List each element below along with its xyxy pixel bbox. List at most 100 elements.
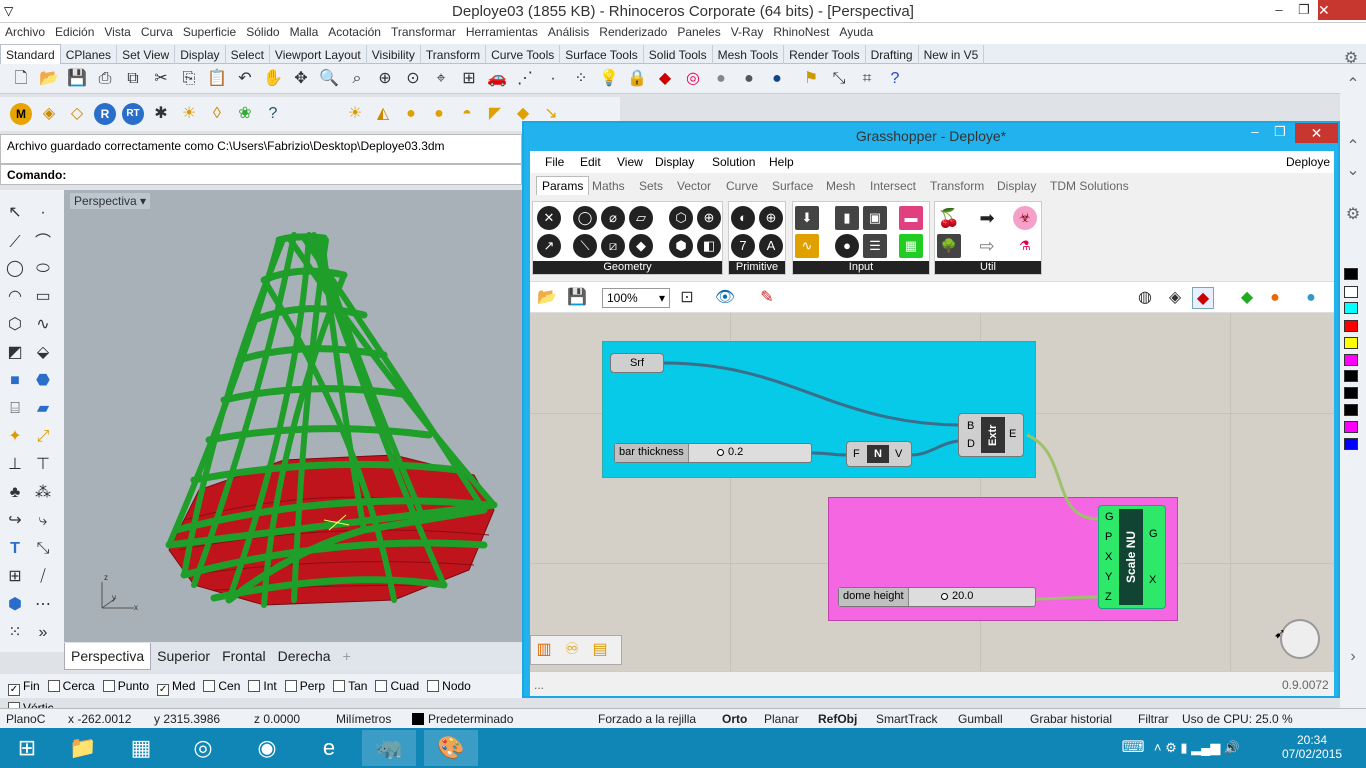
osnap-option[interactable]: Cuad (375, 679, 419, 693)
panel-label-geometry[interactable]: Geometry (533, 261, 722, 274)
toolbar-tab[interactable]: Render Tools (784, 45, 866, 64)
group-param-icon[interactable]: ◧ (697, 234, 721, 258)
toolbar-tab[interactable]: Transform (421, 45, 487, 64)
menu-item[interactable]: Paneles (672, 23, 725, 41)
text-param-icon[interactable]: A (759, 234, 783, 258)
material-editor-icon[interactable]: ◈ (38, 103, 60, 125)
menu-item[interactable]: Superficie (178, 23, 241, 41)
cut-icon[interactable]: ✂ (150, 68, 172, 90)
zoom-selected-icon[interactable]: ⊙ (402, 68, 424, 90)
osnap-checkbox[interactable] (102, 680, 115, 692)
osnap-option[interactable]: Punto (102, 679, 149, 693)
osnap-option[interactable]: Cen (203, 679, 240, 693)
status-ortho[interactable]: Orto (722, 712, 747, 726)
menu-item[interactable]: Vista (99, 23, 135, 41)
options-icon[interactable]: ⌗ (856, 68, 878, 90)
osnap-checkbox[interactable] (284, 680, 297, 692)
new-file-icon[interactable]: 🗋 (10, 68, 32, 90)
sun-icon[interactable]: ☀ (178, 103, 200, 125)
toolbar-tab[interactable]: Visibility (367, 45, 421, 64)
solid-box-icon[interactable]: ⬢ (4, 594, 26, 616)
selected-only-icon[interactable]: ◆ (1236, 287, 1258, 309)
extrude-component[interactable]: B D Extr E (958, 413, 1024, 457)
menu-item[interactable]: Sólido (241, 23, 284, 41)
slider-bar-thickness[interactable]: bar thickness 0.2 (614, 443, 812, 463)
osnap-option[interactable]: Nodo (427, 679, 471, 693)
block-icon[interactable]: ⊞ (4, 566, 26, 588)
analyze-icon[interactable]: ♣ (4, 482, 26, 504)
colour-swatch-icon[interactable]: ▦ (899, 234, 923, 258)
mesh-param-icon[interactable]: ⊕ (697, 206, 721, 230)
osnap-option[interactable]: Cerca (47, 679, 95, 693)
blue-sphere-icon[interactable]: ● (766, 68, 788, 90)
expand-icon[interactable]: ⌄ (1342, 160, 1364, 182)
gradient-icon[interactable]: ▬ (899, 206, 923, 230)
rectangle-icon[interactable]: ▭ (32, 286, 54, 308)
color-swatch-magenta[interactable] (1344, 354, 1358, 366)
points-on-icon[interactable]: ⁂ (32, 482, 54, 504)
chrome-icon[interactable]: ◉ (240, 730, 294, 766)
toolbar-tab[interactable]: Standard (0, 44, 61, 64)
boolean-param-icon[interactable]: ◐ (731, 206, 755, 230)
car-icon[interactable]: 🚗 (486, 68, 508, 90)
material-icon[interactable]: ◆ (654, 68, 676, 90)
status-plane[interactable]: PlanoC (6, 712, 45, 726)
panel-label-primitive[interactable]: Primitive (729, 261, 785, 274)
scroll-up-icon[interactable]: ⌃ (1342, 74, 1364, 96)
menu-item[interactable]: Acotación (323, 23, 386, 41)
gh-close-button[interactable]: ✕ (1295, 123, 1338, 143)
print-icon[interactable]: ⎙ (94, 68, 116, 90)
zoom-select[interactable]: 100% ▾ (602, 288, 670, 308)
rhino-taskbar-icon[interactable]: 🦏 (362, 730, 416, 766)
ellipse-icon[interactable]: ⬭ (32, 258, 54, 280)
point-param-icon[interactable]: ◆ (629, 234, 653, 258)
circle-param-icon[interactable]: ◯ (573, 206, 597, 230)
osnap-checkbox[interactable] (427, 680, 440, 692)
viewport-tab[interactable]: Perspectiva (64, 643, 152, 670)
color-swatch-cyan[interactable] (1344, 302, 1358, 314)
move-icon[interactable]: ⊥ (4, 454, 26, 476)
file-explorer-icon[interactable]: 📁 (56, 730, 110, 766)
gh-menu-display[interactable]: Display (655, 155, 694, 169)
lights-icon[interactable]: ✱ (150, 103, 172, 125)
integer-param-icon[interactable]: ⊕ (759, 206, 783, 230)
r-icon[interactable]: R (94, 103, 116, 125)
osnap-option[interactable]: ✓ Med (157, 679, 195, 696)
toolbar-tab[interactable]: Mesh Tools (713, 45, 785, 64)
media-icon[interactable]: ◎ (176, 730, 230, 766)
filter-icon[interactable]: ⚑ (800, 68, 822, 90)
status-history[interactable]: Grabar historial (1030, 712, 1112, 726)
menu-item[interactable]: Malla (285, 23, 324, 41)
srf-param[interactable]: Srf (610, 353, 664, 373)
status-planar[interactable]: Planar (764, 712, 799, 726)
mesh-icon[interactable]: ▰ (32, 398, 54, 420)
lock-icon[interactable]: 🔒 (626, 68, 648, 90)
gh-menu-view[interactable]: View (617, 155, 643, 169)
status-gumball[interactable]: Gumball (958, 712, 1003, 726)
sphere-light-icon[interactable]: ● (428, 103, 450, 125)
paint-taskbar-icon[interactable]: 🎨 (424, 730, 478, 766)
surface-param-icon[interactable]: ▱ (629, 206, 653, 230)
light-icon[interactable]: 💡 (598, 68, 620, 90)
panel-label-util[interactable]: Util (935, 261, 1041, 274)
surface-icon[interactable]: ◩ (4, 342, 26, 364)
preview-off-icon[interactable]: ◍ (1134, 287, 1156, 309)
align-icon[interactable]: ⊤ (32, 454, 54, 476)
color-swatch-white[interactable] (1344, 286, 1358, 298)
status-filter[interactable]: Filtrar (1138, 712, 1169, 726)
rt-icon[interactable]: RT (122, 103, 144, 125)
gh-tab[interactable]: TDM Solutions (1050, 179, 1129, 193)
viewport-layout-icon[interactable]: ⊞ (458, 68, 480, 90)
clock[interactable]: 20:34 07/02/2015 (1282, 733, 1342, 761)
open-file-icon[interactable]: 📂 (38, 68, 60, 90)
calculator-icon[interactable]: ▦ (114, 730, 168, 766)
slider-grip[interactable] (717, 449, 724, 456)
direct-light-icon[interactable]: ◤ (484, 103, 506, 125)
select-points-icon[interactable]: ⁘ (570, 68, 592, 90)
osnap-checkbox[interactable] (248, 680, 261, 692)
plane-param-icon[interactable]: ⧄ (601, 234, 625, 258)
toolbar-tab[interactable]: Display (175, 45, 226, 64)
gh-menu-file[interactable]: File (545, 155, 564, 169)
undo-icon[interactable]: ↶ (234, 68, 256, 90)
color-swatch-magenta-2[interactable] (1344, 421, 1358, 433)
